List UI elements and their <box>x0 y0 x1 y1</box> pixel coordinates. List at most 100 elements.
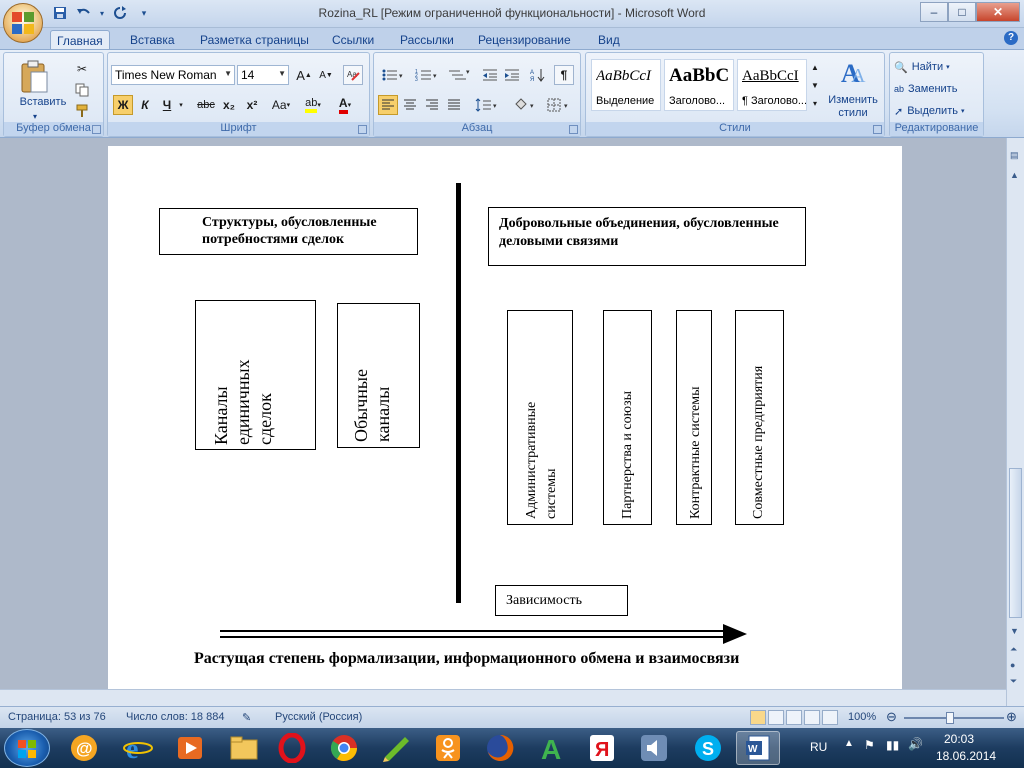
highlight-button[interactable]: ab ▾ <box>300 95 326 115</box>
maximize-button[interactable]: □ <box>948 2 976 22</box>
draft-view-icon[interactable] <box>822 710 838 725</box>
style-heading-2[interactable]: AaBbCcI ¶ Заголово... <box>737 59 807 111</box>
copy-icon[interactable] <box>72 80 92 100</box>
align-right-icon[interactable] <box>422 95 442 115</box>
font-name-combo[interactable]: Times New Roman ▼ <box>111 65 235 85</box>
line-spacing-icon[interactable]: ▾ <box>472 95 502 115</box>
next-page-icon[interactable]: ⏷ <box>1010 676 1017 687</box>
tab-home[interactable]: Главная <box>50 30 110 50</box>
styles-scroll-up-icon[interactable]: ▲ <box>809 59 821 75</box>
page-count[interactable]: Страница: 53 из 76 <box>8 711 106 723</box>
numbering-icon[interactable]: 1 2 3 ▾ <box>412 65 442 85</box>
outline-view-icon[interactable] <box>804 710 820 725</box>
document-page[interactable]: Структуры, обусловленные потребностями с… <box>108 146 902 689</box>
vertical-scrollbar[interactable]: ▤ ▲ ▼ ⏶ ● ⏷ <box>1006 138 1024 706</box>
zoom-out-icon[interactable]: ⊖ <box>886 709 897 725</box>
font-color-button[interactable]: A ▾ <box>332 95 358 115</box>
opera-icon[interactable] <box>270 731 314 765</box>
paste-button-label[interactable]: Вставить <box>8 95 78 109</box>
underline-dropdown-icon[interactable]: ▾ <box>177 95 185 115</box>
zoom-slider-thumb[interactable] <box>946 712 954 724</box>
select-browse-object-icon[interactable]: ● <box>1010 660 1015 670</box>
scroll-down-icon[interactable]: ▼ <box>1010 626 1019 636</box>
file-explorer-icon[interactable] <box>222 731 266 765</box>
input-language[interactable]: RU <box>810 740 827 754</box>
styles-scroll-down-icon[interactable]: ▼ <box>809 77 821 93</box>
align-center-icon[interactable] <box>400 95 420 115</box>
tab-review[interactable]: Рецензирование <box>472 30 577 50</box>
shrink-font-button[interactable]: A ▼ <box>316 65 336 85</box>
strikethrough-button[interactable]: abc <box>196 95 216 115</box>
change-case-button[interactable]: Aa ▾ <box>268 95 294 115</box>
zoom-slider-track[interactable] <box>904 717 1004 719</box>
tab-page-layout[interactable]: Разметка страницы <box>194 30 315 50</box>
zoom-level[interactable]: 100% <box>848 711 876 723</box>
abbyy-icon[interactable]: A <box>530 731 574 765</box>
tab-mailings[interactable]: Рассылки <box>394 30 460 50</box>
office-button[interactable] <box>3 3 43 43</box>
yandex-icon[interactable]: Я <box>580 731 624 765</box>
internet-explorer-icon[interactable]: e <box>116 731 160 765</box>
skype-icon[interactable]: S <box>686 731 730 765</box>
grow-font-button[interactable]: A ▲ <box>294 65 314 85</box>
help-icon[interactable]: ? <box>1004 31 1018 45</box>
horizontal-scrollbar[interactable] <box>0 689 1006 706</box>
media-player-icon[interactable] <box>168 731 212 765</box>
tab-view[interactable]: Вид <box>592 30 626 50</box>
align-left-icon[interactable] <box>378 95 398 115</box>
start-button[interactable] <box>4 729 50 767</box>
style-heading-1[interactable]: AaBbC Заголово... <box>664 59 734 111</box>
show-formatting-marks-button[interactable]: ¶ <box>554 65 574 85</box>
shading-icon[interactable]: ▾ <box>510 95 540 115</box>
print-layout-view-icon[interactable] <box>750 710 766 725</box>
web-layout-view-icon[interactable] <box>786 710 802 725</box>
word-count[interactable]: Число слов: 18 884 <box>126 711 224 723</box>
full-screen-reading-view-icon[interactable] <box>768 710 784 725</box>
language-status[interactable]: Русский (Россия) <box>275 711 362 723</box>
styles-more-icon[interactable]: ▾ <box>809 95 821 111</box>
sort-icon[interactable]: AЯ <box>528 65 548 85</box>
firefox-icon[interactable] <box>478 731 522 765</box>
replace-button[interactable]: ab Заменить <box>894 81 982 97</box>
borders-icon[interactable]: ▾ <box>544 95 574 115</box>
odnoklassniki-icon[interactable] <box>426 731 470 765</box>
chrome-icon[interactable] <box>322 731 366 765</box>
increase-indent-icon[interactable] <box>502 65 522 85</box>
paste-icon[interactable] <box>14 57 54 97</box>
previous-page-icon[interactable]: ⏶ <box>1010 644 1017 655</box>
paragraph-dialog-launcher-icon[interactable] <box>569 125 578 134</box>
tab-references[interactable]: Ссылки <box>326 30 380 50</box>
zoom-in-icon[interactable]: ⊕ <box>1006 709 1017 725</box>
cut-icon[interactable]: ✂ <box>72 59 92 79</box>
proofing-icon[interactable]: ✎ <box>242 711 251 724</box>
justify-icon[interactable] <box>444 95 464 115</box>
clear-formatting-icon[interactable]: Aa <box>343 65 363 85</box>
select-button[interactable]: ➚ Выделить ▾ <box>894 103 982 119</box>
italic-button[interactable]: К <box>135 95 155 115</box>
edit-app-icon[interactable] <box>374 731 418 765</box>
clock-time[interactable]: 20:03 <box>944 732 974 746</box>
multilevel-list-icon[interactable]: ▾ <box>446 65 474 85</box>
tray-expand-icon[interactable]: ▲ <box>844 738 854 749</box>
scroll-up-icon[interactable]: ▲ <box>1010 170 1019 180</box>
bullets-icon[interactable]: ▾ <box>378 65 408 85</box>
clock-date[interactable]: 18.06.2014 <box>936 749 996 763</box>
email-client-icon[interactable]: @ <box>62 731 106 765</box>
change-styles-label-2[interactable]: стили <box>822 106 884 119</box>
style-emphasis[interactable]: AaBbCcI Выделение <box>591 59 661 111</box>
change-styles-icon[interactable]: AA <box>832 57 876 87</box>
subscript-button[interactable]: x₂ <box>219 95 239 115</box>
tab-insert[interactable]: Вставка <box>124 30 181 50</box>
clipboard-dialog-launcher-icon[interactable] <box>92 125 101 134</box>
scrollbar-thumb[interactable] <box>1009 468 1022 618</box>
network-icon[interactable]: ▮▮ <box>886 738 899 752</box>
ruler-toggle-icon[interactable]: ▤ <box>1010 150 1019 161</box>
volume-icon[interactable]: 🔊 <box>908 737 923 751</box>
superscript-button[interactable]: x² <box>242 95 262 115</box>
find-button[interactable]: 🔍 Найти ▾ <box>894 59 982 75</box>
font-size-combo[interactable]: 14 ▼ <box>237 65 289 85</box>
paste-dropdown-icon[interactable]: ▾ <box>30 111 40 121</box>
format-painter-icon[interactable] <box>72 101 92 121</box>
underline-button[interactable]: Ч <box>157 95 177 115</box>
word-taskbar-icon[interactable]: W <box>736 731 780 765</box>
